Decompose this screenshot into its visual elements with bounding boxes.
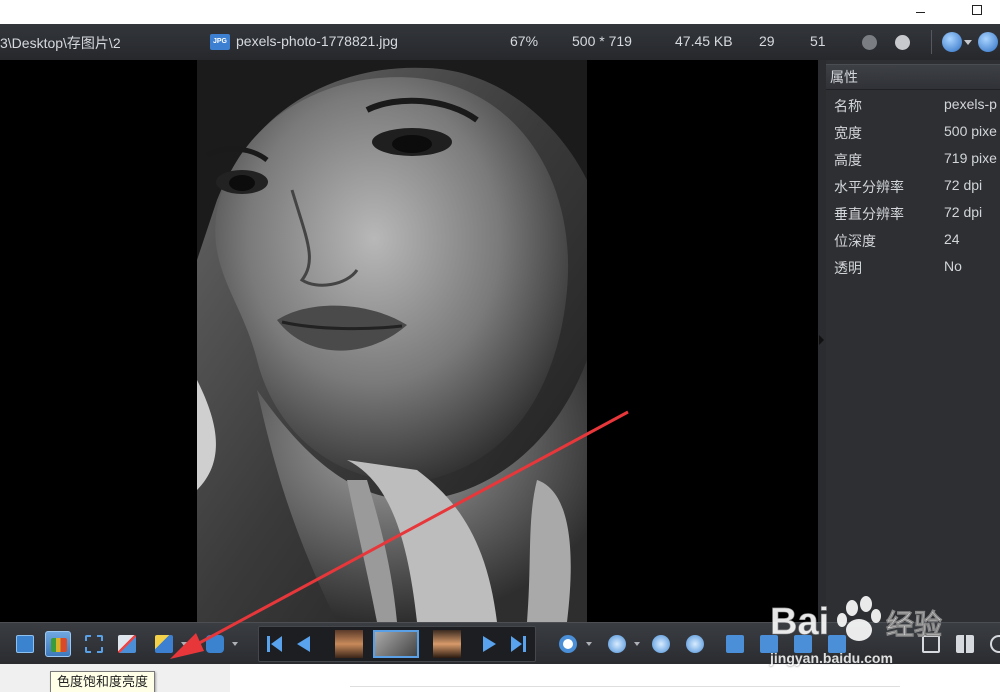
eye-icon <box>990 635 1000 653</box>
file-name: pexels-photo-1778821.jpg <box>236 33 398 49</box>
export-arrow-icon <box>206 635 224 653</box>
watermark-text: Bai <box>770 601 829 643</box>
infobar-divider <box>931 30 932 54</box>
property-key: 透明 <box>834 260 862 276</box>
share-dropdown-icon[interactable] <box>232 642 238 646</box>
panel-splitter[interactable] <box>818 60 826 622</box>
property-row: 位深度 24 <box>826 231 1000 253</box>
filmstrip-thumbnail-selected[interactable] <box>373 630 419 658</box>
bar-chart-icon <box>51 638 67 652</box>
property-key: 位深度 <box>834 233 876 249</box>
maximize-icon <box>972 5 982 15</box>
zoom-in-icon <box>686 635 704 653</box>
grid-icon <box>956 635 974 653</box>
baidu-paw-logo-icon: Bai 经验 <box>770 596 942 643</box>
zoom-button[interactable] <box>604 631 630 657</box>
property-row: 透明 No <box>826 258 1000 280</box>
fit-width-icon <box>726 635 744 653</box>
watermark-suffix: 经验 <box>886 608 942 641</box>
navigate-orb-right-icon[interactable] <box>978 32 998 52</box>
filmstrip-thumbnail[interactable] <box>433 630 461 658</box>
move-icon <box>16 635 34 653</box>
property-key: 名称 <box>834 98 862 114</box>
property-value: pexels-p <box>944 96 997 112</box>
first-image-bar-icon <box>267 636 270 652</box>
navigate-orb-icon[interactable] <box>942 32 962 52</box>
property-row: 名称 pexels-p <box>826 96 1000 118</box>
minimize-button[interactable] <box>905 0 935 24</box>
status-dot-light-icon[interactable] <box>895 35 910 50</box>
zoom-out-icon <box>652 635 670 653</box>
property-key: 宽度 <box>834 125 862 141</box>
rotate-dropdown-icon[interactable] <box>586 642 592 646</box>
edit-button[interactable] <box>151 631 177 657</box>
fit-to-window-button[interactable] <box>12 631 38 657</box>
file-size: 47.45 KB <box>675 33 733 49</box>
chevron-down-icon[interactable] <box>964 40 972 45</box>
preview-button[interactable] <box>986 631 1000 657</box>
image-dimensions: 500 * 719 <box>572 33 632 49</box>
property-row: 宽度 500 pixe <box>826 123 1000 145</box>
resize-button[interactable] <box>114 631 140 657</box>
filmstrip <box>258 626 536 662</box>
filmstrip-thumbnail[interactable] <box>335 630 363 658</box>
zoom-level[interactable]: 67% <box>510 33 538 49</box>
folder-path: 3\Desktop\存图片\2 <box>0 35 121 51</box>
zoom-dropdown-icon[interactable] <box>634 642 640 646</box>
edit-dropdown-icon[interactable] <box>181 642 187 646</box>
fit-width-button[interactable] <box>722 631 748 657</box>
property-key: 垂直分辨率 <box>834 206 904 222</box>
properties-panel-title: 属性 <box>826 64 1000 90</box>
watermark-url: jingyan.baidu.com <box>770 650 893 666</box>
resize-icon <box>118 635 136 653</box>
maximize-button[interactable] <box>962 0 992 24</box>
rotate-icon <box>559 635 577 653</box>
status-dot-dark-icon[interactable] <box>862 35 877 50</box>
crop-icon <box>85 635 103 653</box>
collapse-arrow-icon[interactable] <box>819 335 824 345</box>
property-value: 72 dpi <box>944 177 983 193</box>
tooltip: 色度饱和度亮度 <box>50 671 156 692</box>
last-image-bar-icon <box>523 636 526 652</box>
first-image-button[interactable] <box>271 636 282 652</box>
grid-view-button[interactable] <box>952 631 978 657</box>
pencil-icon <box>155 635 173 653</box>
property-value: 719 pixe <box>944 150 997 166</box>
image-canvas[interactable] <box>0 60 818 622</box>
window-titlebar <box>0 0 1000 24</box>
jpg-file-icon: JPG <box>210 34 230 50</box>
property-value: 72 dpi <box>944 204 983 220</box>
previous-image-button[interactable] <box>297 636 310 652</box>
color-saturation-brightness-button[interactable] <box>45 631 71 657</box>
next-image-button[interactable] <box>483 636 496 652</box>
properties-panel: 属性 名称 pexels-p 宽度 500 pixe 高度 719 pixe 水… <box>826 60 1000 622</box>
portrait-photo <box>197 60 587 622</box>
property-value: 24 <box>944 231 960 247</box>
image-viewer-window: 3\Desktop\存图片\2 JPG pexels-photo-1778821… <box>0 0 1000 692</box>
zoom-in-button[interactable] <box>682 631 708 657</box>
magnifier-icon <box>608 635 626 653</box>
status-bar-divider <box>350 686 900 687</box>
image-info-bar: 3\Desktop\存图片\2 JPG pexels-photo-1778821… <box>0 24 1000 60</box>
property-row: 垂直分辨率 72 dpi <box>826 204 1000 226</box>
property-value: 500 pixe <box>944 123 997 139</box>
rotate-button[interactable] <box>555 631 581 657</box>
crop-button[interactable] <box>81 631 107 657</box>
property-key: 高度 <box>834 152 862 168</box>
property-row: 水平分辨率 72 dpi <box>826 177 1000 199</box>
property-value: No <box>944 258 962 274</box>
last-image-button[interactable] <box>511 636 522 652</box>
share-button[interactable] <box>202 631 228 657</box>
image-total: 51 <box>810 33 826 49</box>
zoom-out-button[interactable] <box>648 631 674 657</box>
image-index: 29 <box>759 33 775 49</box>
baidu-watermark: Bai 经验 jingyan.baidu.com <box>770 584 950 670</box>
property-row: 高度 719 pixe <box>826 150 1000 172</box>
property-key: 水平分辨率 <box>834 179 904 195</box>
minimize-icon <box>915 12 925 13</box>
